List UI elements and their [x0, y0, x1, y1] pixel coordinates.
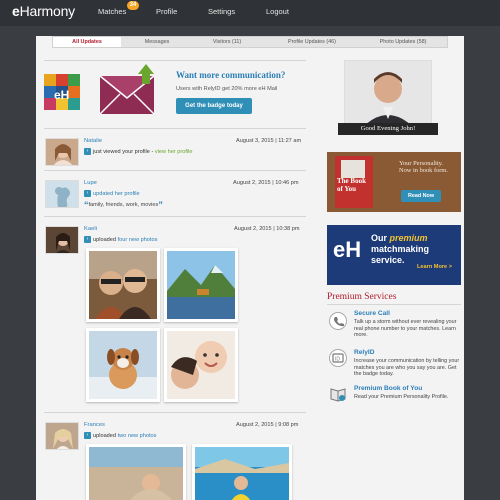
nav-matches[interactable]: Matches 34 [98, 1, 140, 16]
activity-text: › just viewed your profile - view her pro… [84, 148, 193, 155]
photo-thumbnail[interactable] [192, 444, 292, 500]
member-name[interactable]: Natalie [84, 138, 102, 144]
activity-text: › uploaded two new photos [84, 432, 156, 439]
divider [44, 170, 306, 171]
divider [44, 128, 306, 129]
premium-matchmaking-ad[interactable]: eH Our premium matchmaking service. Lear… [327, 225, 461, 285]
nav-logout[interactable]: Logout [266, 7, 289, 16]
tab-all-updates[interactable]: All Updates [53, 37, 121, 47]
divider [327, 304, 461, 305]
tab-photo-updates[interactable]: Photo Updates (58) [359, 37, 447, 47]
photo-thumbnail[interactable] [86, 248, 160, 322]
divider [44, 60, 306, 61]
service-description: Talk up a storm without ever revealing y… [354, 319, 457, 339]
eharmony-logo[interactable]: eHarmony [12, 3, 75, 19]
nav-profile[interactable]: Profile [156, 7, 177, 16]
premium-book-link[interactable]: Premium Book of You [354, 385, 422, 392]
envelope-icon [99, 64, 155, 115]
divider [44, 412, 306, 413]
close-quote-icon: ” [158, 200, 163, 210]
nav-settings[interactable]: Settings [208, 7, 235, 16]
greeting-ribbon: Good Evening John! [338, 123, 438, 135]
service-description: Increase your communication by telling y… [354, 358, 460, 378]
tab-visitors[interactable]: Visitors (11) [193, 37, 261, 47]
photos-link[interactable]: four new photos [118, 237, 158, 243]
eh-mosaic-logo: eH [44, 74, 80, 110]
avatar-placeholder[interactable] [45, 180, 79, 208]
relyid-link[interactable]: RelyID [354, 349, 375, 356]
photo-thumbnail[interactable] [164, 328, 238, 402]
phone-icon [329, 312, 347, 330]
photo-thumbnail[interactable] [86, 328, 160, 402]
book-icon [329, 384, 347, 402]
eh-logo: eH [333, 237, 362, 262]
tab-profile-updates[interactable]: Profile Updates (46) [265, 37, 359, 47]
member-name[interactable]: Kaeli [84, 226, 97, 232]
activity-timestamp: August 2, 2015 | 9:08 pm [236, 422, 299, 428]
read-now-button[interactable]: Read Now [401, 190, 441, 202]
profile-interests: “family, friends, work, movies” [84, 200, 163, 210]
id-badge-icon: ID [329, 349, 347, 367]
photo-thumbnail[interactable] [164, 248, 238, 322]
tab-messages[interactable]: Messages [123, 37, 191, 47]
activity-text: › updated her profile [84, 190, 140, 197]
profile-photo-card[interactable] [344, 60, 432, 132]
book-of-you-ad[interactable]: The Book of You Your Personality. Now in… [327, 152, 461, 212]
avatar[interactable] [45, 226, 79, 254]
arrow-icon: › [84, 190, 91, 197]
svg-text:ID: ID [335, 357, 340, 363]
learn-more-link[interactable]: Learn More > [417, 264, 452, 270]
premium-services-title: Premium Services [327, 292, 397, 302]
divider [44, 216, 306, 217]
photo-thumbnail[interactable] [86, 444, 186, 500]
member-name[interactable]: Lupe [84, 180, 97, 186]
activity-timestamp: August 2, 2015 | 10:38 pm [234, 226, 300, 232]
photos-link[interactable]: two new photos [118, 433, 157, 439]
get-badge-button[interactable]: Get the badge today [176, 98, 252, 114]
promo-text: Users with RelyID get 20% more eH Mail [176, 86, 278, 92]
arrow-icon: › [84, 236, 91, 243]
secure-call-link[interactable]: Secure Call [354, 310, 390, 317]
member-name[interactable]: Frances [84, 422, 105, 428]
avatar[interactable] [45, 422, 79, 450]
book-ad-tagline: Your Personality. Now in book form. [399, 160, 448, 175]
activity-timestamp: August 3, 2015 | 11:27 am [236, 138, 302, 144]
arrow-icon: › [84, 148, 91, 155]
activity-text: › uploaded four new photos [84, 236, 157, 243]
promo-title: Want more communication? [176, 70, 286, 80]
update-tabs: All Updates Messages Visitors (11) Profi… [52, 36, 448, 48]
avatar[interactable] [45, 138, 79, 166]
activity-timestamp: August 2, 2015 | 10:46 pm [233, 180, 299, 186]
arrow-icon: › [84, 432, 91, 439]
view-profile-link[interactable]: view her profile [155, 149, 193, 155]
service-description: Read your Premium Personality Profile. [354, 394, 449, 400]
matches-count-badge: 34 [126, 1, 140, 10]
top-nav: eHarmony Matches 34 Profile Settings Log… [0, 0, 500, 26]
